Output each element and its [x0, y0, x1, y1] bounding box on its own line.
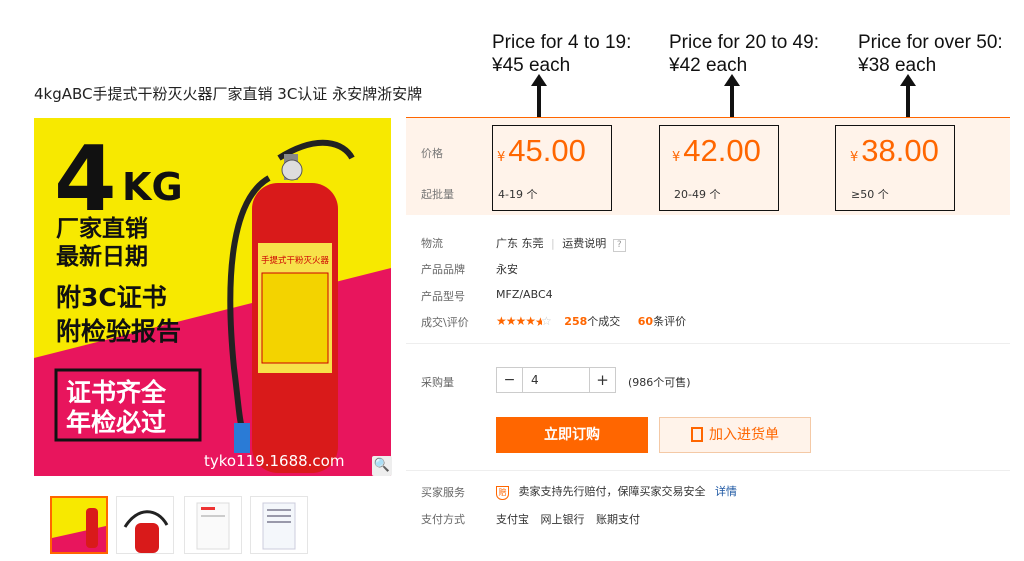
- deals-row: ★★★★★☆ 258个成交 60条评价: [496, 313, 686, 329]
- currency-symbol: ¥: [672, 150, 681, 165]
- product-main-image[interactable]: 4 KG 厂家直销 最新日期 附3C证书 附检验报告 证书齐全 年检必过 手提式…: [34, 118, 391, 476]
- add-to-cart-label: 加入进货单: [709, 427, 779, 443]
- brand-value: 永安: [496, 263, 518, 276]
- moq-value: ≥50 个: [851, 188, 889, 201]
- model-label: 产品型号: [421, 290, 465, 303]
- arrow-icon: [900, 74, 916, 118]
- currency-symbol: ¥: [850, 150, 859, 165]
- thumbnail-3[interactable]: [184, 496, 242, 554]
- annotation-line: Price for 4 to 19:: [492, 32, 632, 53]
- moq-value: 4-19 个: [498, 188, 538, 201]
- annotation-line: ¥38 each: [858, 55, 937, 76]
- thumbnail-2[interactable]: [116, 496, 174, 554]
- divider: |: [551, 237, 555, 250]
- reviews-count[interactable]: 60: [638, 315, 653, 328]
- rating-stars-icon: ★★★★★☆: [496, 314, 552, 329]
- zoom-icon[interactable]: 🔍: [372, 456, 392, 476]
- increase-button[interactable]: +: [589, 368, 615, 392]
- product-image-graphic: 4 KG 厂家直销 最新日期 附3C证书 附检验报告 证书齐全 年检必过 手提式…: [34, 118, 391, 476]
- annotation-line: ¥42 each: [669, 55, 748, 76]
- quantity-stepper: − 4 +: [496, 367, 616, 393]
- product-title: 4kgABC手提式干粉灭火器厂家直销 3C认证 永安牌浙安牌: [34, 85, 423, 103]
- shield-icon: 赔: [496, 486, 509, 500]
- svg-text:最新日期: 最新日期: [56, 243, 148, 270]
- logistics-value: 广东 东莞 | 运费说明 ?: [496, 235, 626, 252]
- thumbnail-1[interactable]: [50, 496, 108, 554]
- price-value: 45.00: [508, 133, 586, 168]
- logistics-location: 广东 东莞: [496, 237, 544, 250]
- arrow-icon: [724, 74, 740, 118]
- svg-text:附3C证书: 附3C证书: [56, 283, 167, 312]
- payment-method: 支付宝: [496, 513, 529, 526]
- moq-value: 20-49 个: [674, 188, 721, 201]
- thumbnail-4[interactable]: [250, 496, 308, 554]
- model-value: MFZ/ABC4: [496, 288, 553, 301]
- annotation-line: Price for 20 to 49:: [669, 32, 819, 53]
- clipboard-icon: [691, 427, 703, 442]
- shipping-info-link[interactable]: 运费说明: [562, 237, 606, 250]
- annotation-tier-2: Price for 20 to 49: ¥42 each: [669, 31, 819, 77]
- buyer-service-row: 赔 卖家支持先行赔付，保障买家交易安全 详情: [496, 483, 737, 500]
- svg-text:年检必过: 年检必过: [66, 408, 166, 437]
- buyer-service-text: 卖家支持先行赔付，保障买家交易安全: [518, 485, 706, 498]
- image-watermark: tyko119.1688.com: [204, 452, 344, 470]
- buyer-service-label: 买家服务: [421, 486, 465, 499]
- annotation-tier-1: Price for 4 to 19: ¥45 each: [492, 31, 631, 77]
- svg-text:附检验报告: 附检验报告: [56, 317, 181, 346]
- reviews-unit: 条评价: [653, 315, 687, 328]
- service-details-link[interactable]: 详情: [715, 485, 737, 498]
- add-to-cart-button[interactable]: 加入进货单: [659, 417, 811, 453]
- stock-count: (986个可售): [628, 376, 691, 389]
- moq-label: 起批量: [421, 188, 454, 201]
- price-label: 价格: [421, 147, 443, 160]
- price-tier-2: ¥42.00: [672, 133, 761, 169]
- divider: [406, 343, 1010, 344]
- quantity-input[interactable]: 4: [523, 368, 589, 392]
- payment-method: 网上银行: [540, 513, 585, 526]
- divider: [406, 470, 1010, 471]
- arrow-icon: [531, 74, 547, 118]
- brand-label: 产品品牌: [421, 263, 465, 276]
- help-icon[interactable]: ?: [612, 239, 626, 252]
- quantity-label: 采购量: [421, 376, 454, 389]
- svg-text:手提式干粉灭火器: 手提式干粉灭火器: [261, 255, 330, 266]
- annotation-line: Price for over 50:: [858, 32, 1003, 53]
- deals-label: 成交\评价: [421, 316, 469, 329]
- logistics-label: 物流: [421, 237, 443, 250]
- annotation-line: ¥45 each: [492, 55, 571, 76]
- decrease-button[interactable]: −: [497, 368, 523, 392]
- payment-methods: 支付宝 网上银行 账期支付: [496, 511, 640, 527]
- currency-symbol: ¥: [497, 150, 506, 165]
- price-tier-1: ¥45.00: [497, 133, 586, 169]
- buy-now-button[interactable]: 立即订购: [496, 417, 648, 453]
- deals-count[interactable]: 258: [564, 315, 587, 328]
- svg-text:厂家直销: 厂家直销: [56, 215, 148, 242]
- price-value: 42.00: [683, 133, 761, 168]
- price-value: 38.00: [861, 133, 939, 168]
- svg-text:证书齐全: 证书齐全: [66, 378, 167, 407]
- payment-method: 账期支付: [596, 513, 640, 526]
- annotation-tier-3: Price for over 50: ¥38 each: [858, 31, 1003, 77]
- svg-text:KG: KG: [122, 165, 183, 209]
- payment-label: 支付方式: [421, 513, 465, 526]
- price-tier-3: ¥38.00: [850, 133, 939, 169]
- deals-unit: 个成交: [587, 315, 621, 328]
